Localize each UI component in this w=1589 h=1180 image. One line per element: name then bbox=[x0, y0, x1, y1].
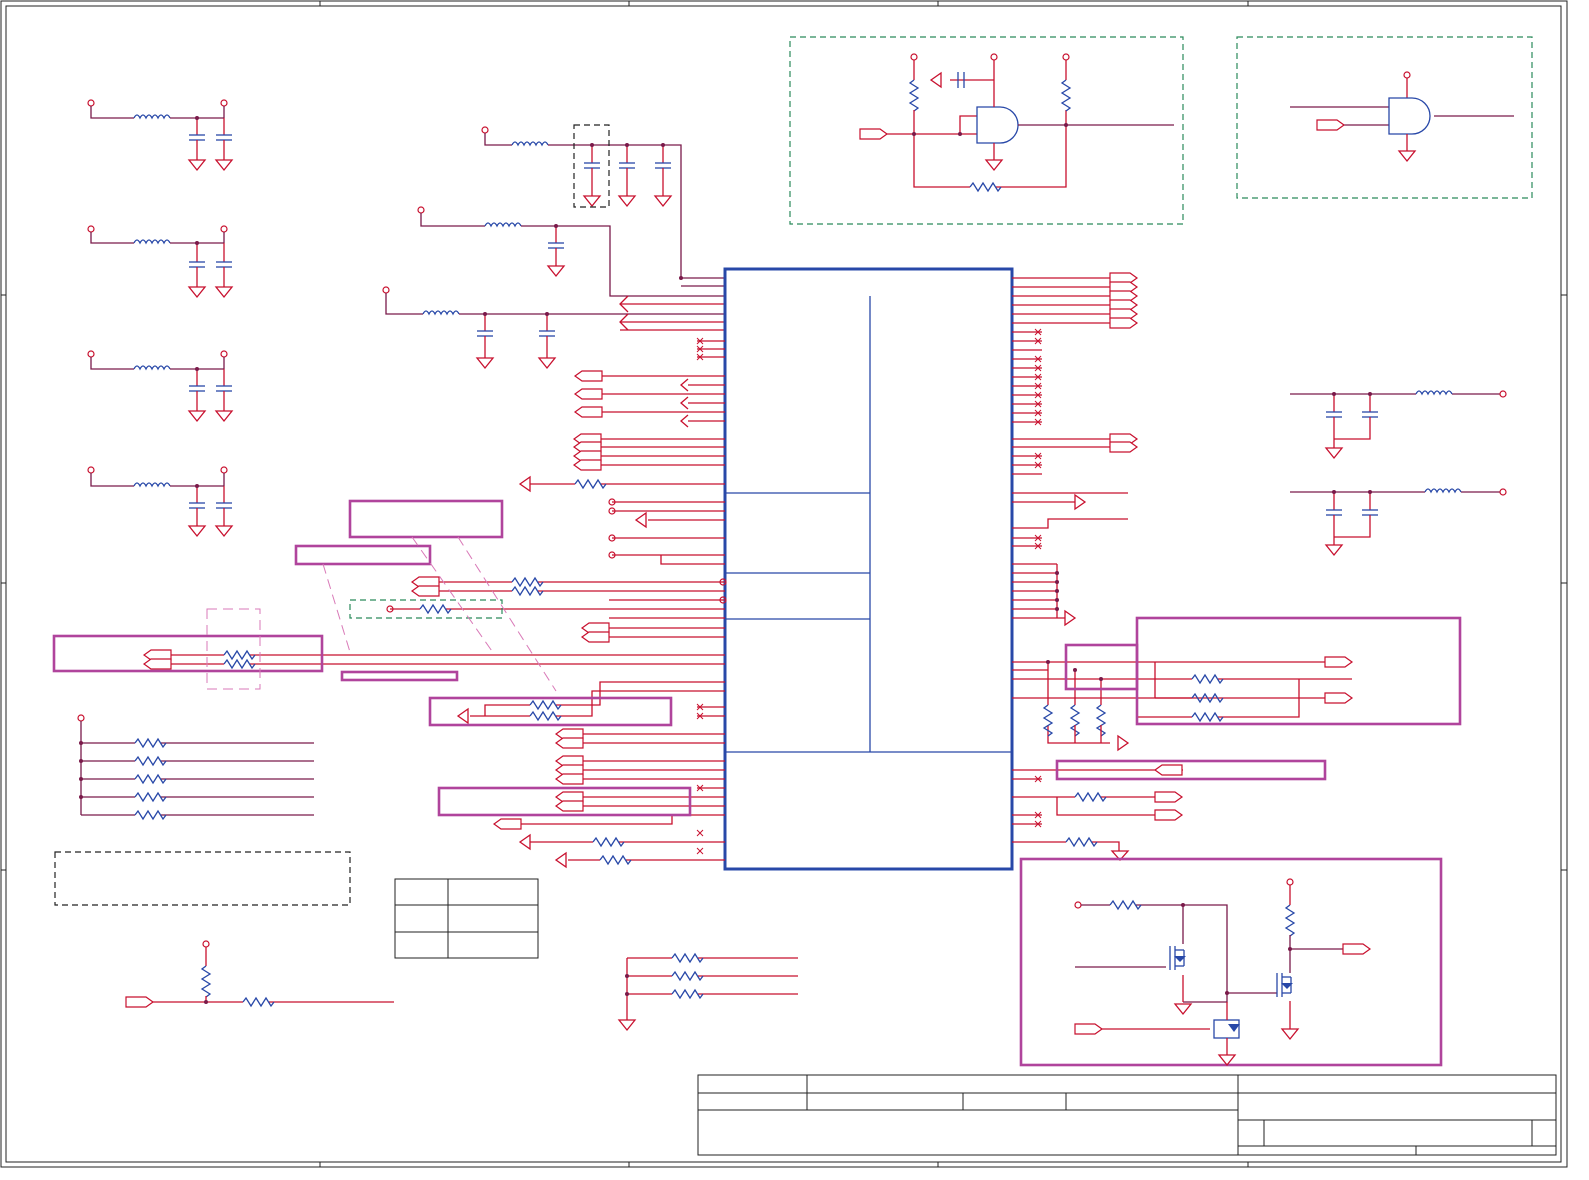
ic-power-filter-c bbox=[382, 286, 725, 369]
power-filter-3 bbox=[87, 350, 233, 422]
main-ic bbox=[723, 267, 1014, 871]
config-table bbox=[394, 878, 539, 959]
title-block bbox=[697, 1074, 1557, 1156]
ic-power-filter-b bbox=[417, 206, 725, 297]
ic-right-pins bbox=[1012, 272, 1353, 861]
note-box bbox=[54, 851, 351, 906]
right-power-filter-2 bbox=[1290, 488, 1507, 556]
sheet-border bbox=[0, 0, 1568, 1168]
power-filter-4 bbox=[87, 466, 233, 537]
ic-power-filter-a bbox=[481, 124, 725, 287]
gate-block-a bbox=[789, 36, 1184, 225]
power-filter-1 bbox=[87, 99, 233, 171]
resistor-bank-left bbox=[77, 714, 314, 820]
schematic-sheet bbox=[0, 0, 1568, 1168]
pullup-circuit bbox=[125, 940, 394, 1008]
power-filter-2 bbox=[87, 225, 233, 298]
callout-boxes bbox=[52, 499, 1462, 1067]
right-power-filter-1 bbox=[1290, 390, 1507, 459]
gate-block-b bbox=[1236, 36, 1533, 199]
mosfet-switch-block bbox=[1074, 878, 1371, 1067]
resistor-group-bottom bbox=[618, 953, 798, 1031]
